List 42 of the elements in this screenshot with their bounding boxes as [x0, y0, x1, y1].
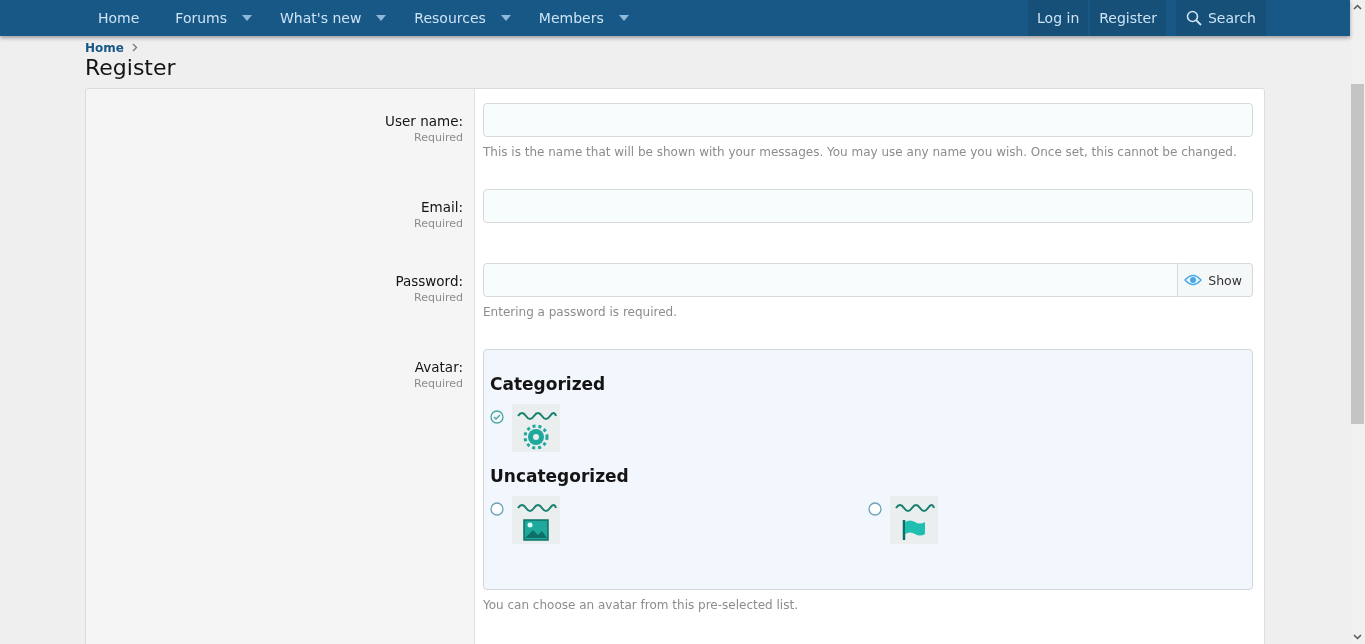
flag-avatar-icon[interactable] [890, 496, 938, 544]
nav-link[interactable]: Members [530, 10, 612, 26]
required-hint: Required [414, 217, 463, 230]
required-hint: Required [414, 131, 463, 144]
show-password-button[interactable]: Show [1178, 263, 1253, 297]
field-label: Password: [395, 273, 463, 289]
caret-icon[interactable] [242, 15, 253, 21]
nav-link[interactable]: What's new [272, 10, 370, 26]
text-field[interactable] [483, 189, 1253, 223]
nav-link[interactable]: Resources [406, 10, 494, 26]
page-title: Register [85, 55, 177, 80]
radio-button[interactable] [868, 502, 882, 516]
check-circle-icon[interactable] [490, 410, 504, 424]
nav-link[interactable]: Forums [167, 10, 236, 26]
caret-icon[interactable] [376, 15, 387, 21]
field-explanation: This is the name that will be shown with your messages. You may use any name you wish. Once set, this cannot be changed. [483, 145, 1238, 159]
search-link[interactable]: Search [1175, 0, 1266, 36]
image-avatar-icon[interactable] [512, 496, 560, 544]
field-explanation: Entering a password is required. [483, 305, 679, 319]
group-heading: Uncategorized [490, 466, 630, 486]
scroll-up-icon[interactable] [1353, 4, 1362, 10]
caret-icon[interactable] [618, 15, 629, 21]
radio-button[interactable] [490, 502, 504, 516]
required-hint: Required [414, 291, 463, 304]
group-heading: Categorized [490, 374, 607, 394]
breadcrumb-link[interactable]: Home [85, 40, 124, 55]
text-field[interactable] [483, 103, 1253, 137]
field-label: User name: [385, 113, 463, 129]
chevron-icon [131, 43, 138, 52]
account-link[interactable]: Log in [1028, 0, 1089, 36]
gear-avatar-icon[interactable] [512, 404, 560, 452]
caret-icon[interactable] [500, 15, 511, 21]
required-hint: Required [414, 377, 463, 390]
nav-link[interactable]: Home [90, 10, 148, 26]
field-explanation: You can choose an avatar from this pre-selected list. [483, 598, 799, 612]
field-label: Avatar: [414, 359, 463, 375]
eye-icon [1184, 274, 1203, 286]
password-field[interactable] [483, 263, 1179, 297]
scroll-down-icon[interactable] [1353, 634, 1362, 640]
search-icon [1185, 10, 1202, 26]
field-label: Email: [421, 199, 463, 215]
account-link[interactable]: Register [1090, 0, 1166, 36]
